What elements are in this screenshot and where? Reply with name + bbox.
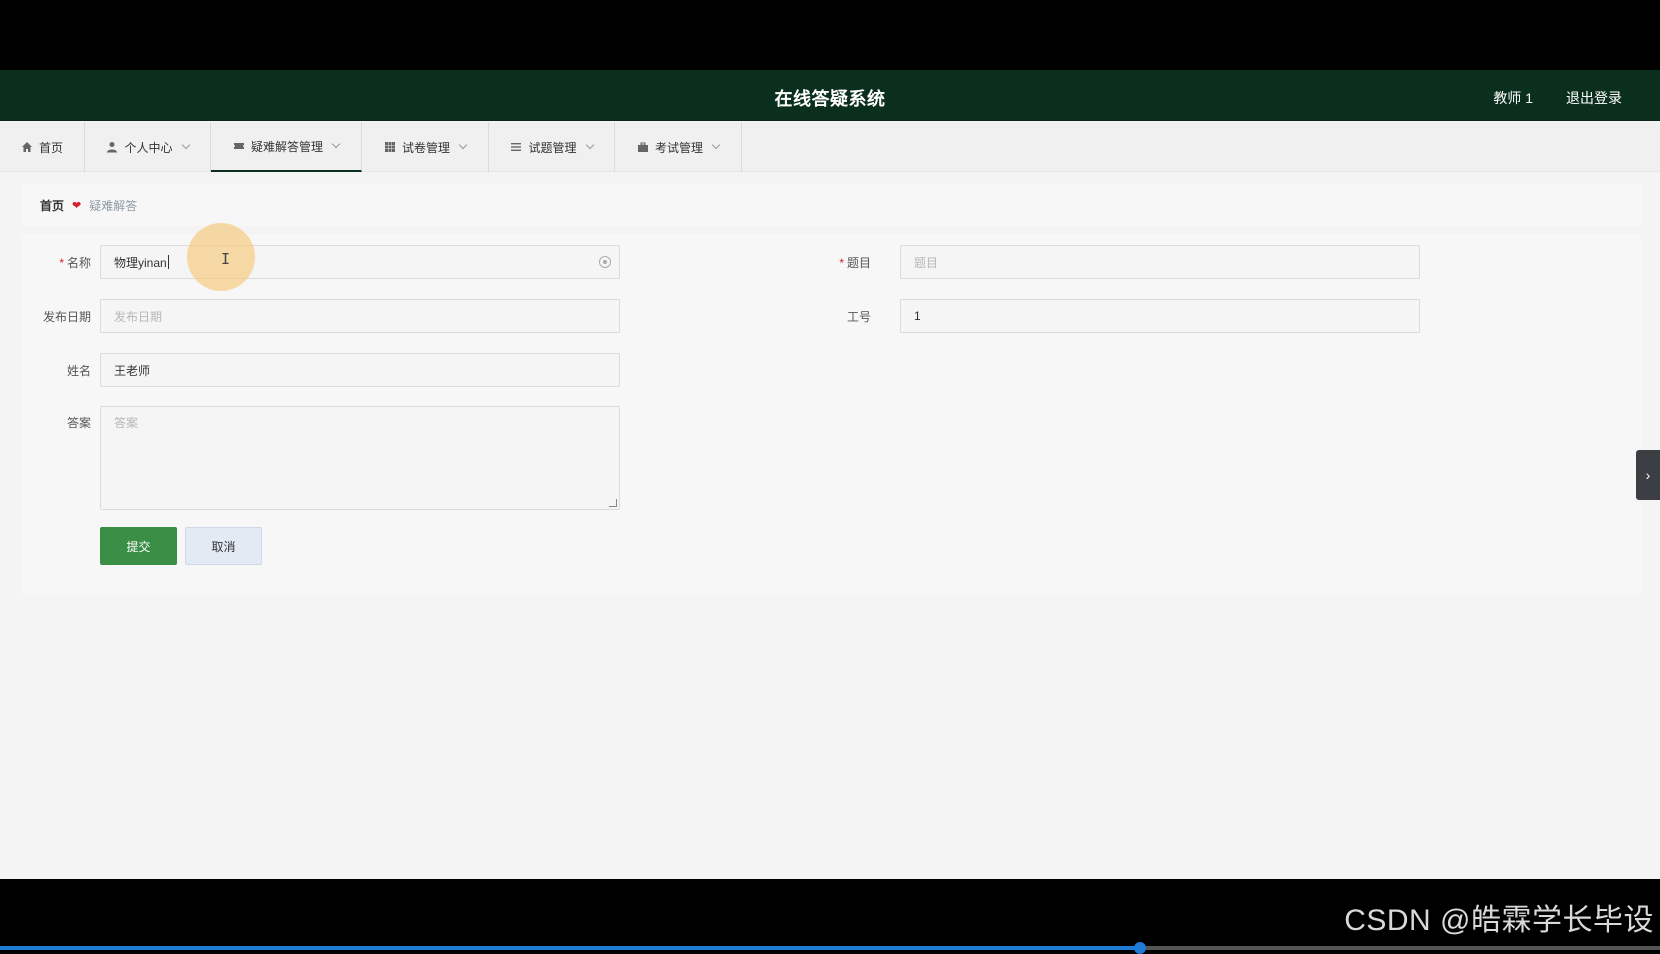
- title-label: * 题目: [839, 256, 871, 270]
- nav-item-question-management[interactable]: 试题管理: [489, 122, 615, 172]
- video-progress-handle[interactable]: [1134, 942, 1147, 954]
- list-icon: [511, 143, 522, 151]
- nav-item-qa-management[interactable]: 疑难解答管理: [211, 122, 362, 172]
- chevron-down-icon: [585, 140, 594, 150]
- clear-icon[interactable]: [599, 256, 611, 268]
- chevron-right-icon: ›: [1645, 467, 1651, 483]
- teacher-name-label: 姓名: [66, 364, 91, 378]
- chevron-down-icon: [181, 140, 190, 150]
- required-mark: *: [59, 256, 64, 270]
- nav-item-personal-center[interactable]: 个人中心: [85, 122, 211, 172]
- cancel-button[interactable]: 取消: [185, 527, 262, 565]
- publish-date-label: 发布日期: [42, 310, 91, 324]
- text-cursor-icon: I: [221, 250, 231, 268]
- app-window: 在线答疑系统 教师 1 退出登录 首页 个人中心 疑难解答管理 试卷管理 试题管…: [0, 70, 1660, 879]
- teacher-name-input[interactable]: 王老师: [100, 353, 620, 387]
- home-icon: [21, 142, 32, 152]
- nav-label: 疑难解答管理: [250, 139, 323, 154]
- app-title: 在线答疑系统: [774, 89, 886, 109]
- name-input[interactable]: 物理yinan: [100, 245, 620, 279]
- answer-label: 答案: [66, 416, 91, 430]
- briefcase-icon: [637, 142, 648, 152]
- chevron-down-icon: [711, 140, 721, 150]
- nav-label: 试题管理: [528, 140, 577, 155]
- nav-label: 考试管理: [654, 140, 703, 155]
- chevron-down-icon: [458, 140, 468, 150]
- nav-item-home[interactable]: 首页: [0, 122, 85, 172]
- submit-button[interactable]: 提交: [100, 527, 177, 565]
- user-icon: [107, 142, 118, 153]
- nav-item-exam-management[interactable]: 考试管理: [615, 122, 742, 172]
- nav-item-paper-management[interactable]: 试卷管理: [362, 122, 489, 172]
- top-header: 在线答疑系统 教师 1 退出登录: [0, 70, 1660, 121]
- grid-icon: [384, 142, 395, 152]
- nav-label: 个人中心: [124, 140, 173, 155]
- name-label: * 名称: [59, 256, 91, 270]
- side-panel-toggle[interactable]: ›: [1636, 450, 1660, 500]
- top-nav: 首页 个人中心 疑难解答管理 试卷管理 试题管理 考试管理: [0, 122, 1660, 172]
- video-progress-fill: [0, 946, 1141, 950]
- heart-icon: ❤: [72, 199, 82, 212]
- video-progress-bar[interactable]: [0, 942, 1660, 954]
- nav-label: 试卷管理: [401, 140, 450, 155]
- nav-label: 首页: [38, 140, 63, 155]
- current-user[interactable]: 教师 1: [1493, 88, 1533, 108]
- job-number-input[interactable]: 1: [900, 299, 1420, 333]
- required-mark: *: [839, 256, 844, 270]
- publish-date-input[interactable]: 发布日期: [100, 299, 620, 333]
- logout-link[interactable]: 退出登录: [1566, 88, 1622, 108]
- resize-handle-icon[interactable]: [609, 499, 617, 507]
- ticket-icon: [233, 143, 244, 149]
- watermark: CSDN @皓霖学长毕设: [1344, 904, 1654, 937]
- chevron-down-icon: [331, 139, 341, 149]
- form-panel: * 名称 物理yinan * 题目 题目 发布日期 发布日期 工号 1 姓名 王老师…: [21, 234, 1641, 595]
- job-number-label: 工号: [846, 310, 871, 324]
- breadcrumb: 首页 ❤ 疑难解答: [21, 184, 1641, 226]
- answer-textarea[interactable]: 答案: [100, 406, 620, 510]
- video-frame: 在线答疑系统 教师 1 退出登录 首页 个人中心 疑难解答管理 试卷管理 试题管…: [0, 0, 1660, 954]
- title-input[interactable]: 题目: [900, 245, 1420, 279]
- breadcrumb-home[interactable]: 首页: [40, 197, 64, 214]
- breadcrumb-current: 疑难解答: [89, 198, 138, 213]
